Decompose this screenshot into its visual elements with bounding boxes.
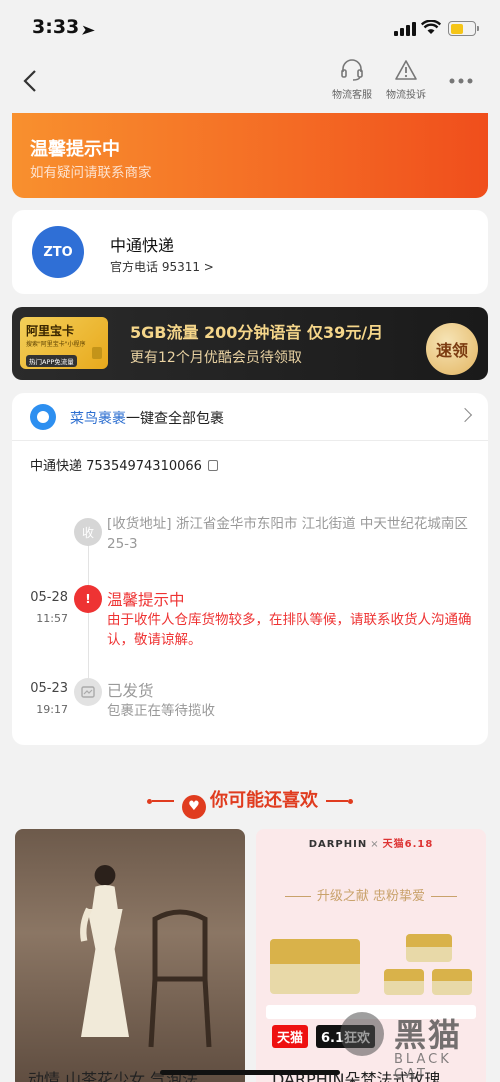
cainiao-brand: 菜鸟裹裹 (70, 411, 126, 427)
receive-node-label: 收 (81, 525, 94, 540)
darphin-brand: DARPHIN (308, 839, 368, 850)
location-arrow-icon (80, 20, 95, 35)
ad-claim-label: 速领 (435, 341, 468, 360)
cainiao-row[interactable]: 菜鸟裹裹一键查全部包裹 (12, 393, 488, 441)
home-indicator[interactable] (160, 1070, 340, 1075)
chair-photo (148, 909, 212, 1048)
carrier-name: 中通快递 (110, 236, 175, 255)
alert-node-label: ! (85, 592, 91, 606)
event-date: 05-23 (30, 681, 68, 696)
ad-main-text: 5GB流量 200分钟语音 仅39元/月 (130, 323, 384, 342)
small-jar-image (432, 969, 472, 995)
ad-card-sub: 搜索"阿里宝卡"小程序 (26, 341, 86, 348)
carrier-phone-link[interactable]: 官方电话 95311 > (110, 258, 214, 275)
headset-icon (341, 59, 363, 81)
zto-logo-text: ZTO (43, 244, 73, 260)
heart-icon: ♥ (182, 795, 206, 819)
darphin-header: DARPHIN × 天猫6.18 (256, 835, 486, 850)
battery-icon (448, 21, 479, 36)
sim-chip-icon (92, 347, 102, 359)
logistics-service-label: 物流客服 (332, 90, 372, 101)
nav-bar: 物流客服 物流投诉 (0, 56, 500, 106)
cainiao-rest: 一键查全部包裹 (126, 411, 224, 427)
ad-card-tag: 热门APP免流量 (26, 355, 77, 367)
copy-icon[interactable] (207, 460, 218, 471)
signal-icon (394, 22, 416, 36)
carrier-card: ZTO 中通快递 官方电话 95311 > (12, 210, 488, 294)
package-icon (74, 678, 102, 706)
darphin-slogan-text: 升级之献 忠粉挚爱 (316, 889, 426, 904)
event-address: [收货地址] 浙江省金华市东阳市 江北街道 中天世纪花城南区 25-3 (107, 516, 468, 552)
darphin-slogan: 升级之献 忠粉挚爱 (256, 885, 486, 904)
zto-logo: ZTO (32, 226, 84, 278)
event-title: 已发货 (107, 682, 154, 700)
large-jar-image (270, 939, 360, 994)
status-banner: 温馨提示中 如有疑问请联系商家 (12, 113, 488, 198)
small-jar-image (406, 934, 452, 962)
watermark-sub: BLACK CAT (394, 1052, 452, 1082)
logistics-complaint-button[interactable]: 物流投诉 (376, 58, 436, 101)
back-arrow-icon[interactable] (20, 68, 42, 92)
recommend-header: ♥ 你可能还喜欢 (0, 786, 500, 819)
ad-card-title: 阿里宝卡 (26, 324, 75, 338)
tracking-number: 中通快递 75354974310066 (30, 455, 218, 474)
tracking-card: 菜鸟裹裹一键查全部包裹 中通快递 75354974310066 收 [收货地址]… (12, 393, 488, 745)
darphin-x: × (370, 839, 380, 850)
more-icon[interactable] (448, 70, 474, 89)
black-cat-logo-icon (340, 1012, 384, 1056)
dress-photo (80, 865, 129, 1037)
ad-claim-button[interactable]: 速领 (426, 323, 478, 375)
tracking-number-text: 中通快递 75354974310066 (30, 459, 202, 474)
cainiao-text: 菜鸟裹裹一键查全部包裹 (70, 408, 224, 428)
recommend-title: 你可能还喜欢 (210, 790, 318, 811)
status-time: 3:33 (32, 16, 80, 38)
status-bar: 3:33 (0, 0, 500, 56)
event-time: 19:17 (36, 703, 68, 716)
darphin-tmall: 天猫6.18 (382, 839, 434, 850)
banner-subtitle: 如有疑问请联系商家 (30, 165, 152, 181)
receive-node-icon: 收 (74, 518, 102, 546)
event-title: 温馨提示中 (107, 591, 185, 609)
warning-icon (395, 60, 417, 80)
ad-card-image: 阿里宝卡 搜索"阿里宝卡"小程序 热门APP免流量 (20, 317, 108, 369)
logistics-service-button[interactable]: 物流客服 (322, 58, 382, 101)
event-date: 05-28 (30, 590, 68, 605)
cainiao-icon (30, 404, 56, 430)
event-body: 包裹正在等待揽收 (107, 703, 215, 719)
product-card-dress[interactable] (15, 829, 245, 1082)
small-jar-image (384, 969, 424, 995)
wifi-icon (420, 19, 442, 39)
sim-card-ad[interactable]: 阿里宝卡 搜索"阿里宝卡"小程序 热门APP免流量 5GB流量 200分钟语音 … (12, 307, 488, 380)
alert-icon: ! (74, 585, 102, 613)
tmall-tag: 天猫 (272, 1025, 309, 1048)
logistics-complaint-label: 物流投诉 (386, 90, 426, 101)
chevron-right-icon (457, 407, 473, 423)
event-time: 11:57 (36, 612, 68, 625)
banner-title: 温馨提示中 (30, 139, 120, 160)
watermark-text: 黑猫 (394, 1016, 463, 1054)
black-cat-watermark: 黑猫 BLACK CAT (340, 1010, 490, 1082)
event-body: 由于收件人仓库货物较多，在排队等候，请联系收货人沟通确认，敬请谅解。 (107, 612, 472, 648)
ad-sub-text: 更有12个月优酷会员待领取 (130, 350, 302, 366)
